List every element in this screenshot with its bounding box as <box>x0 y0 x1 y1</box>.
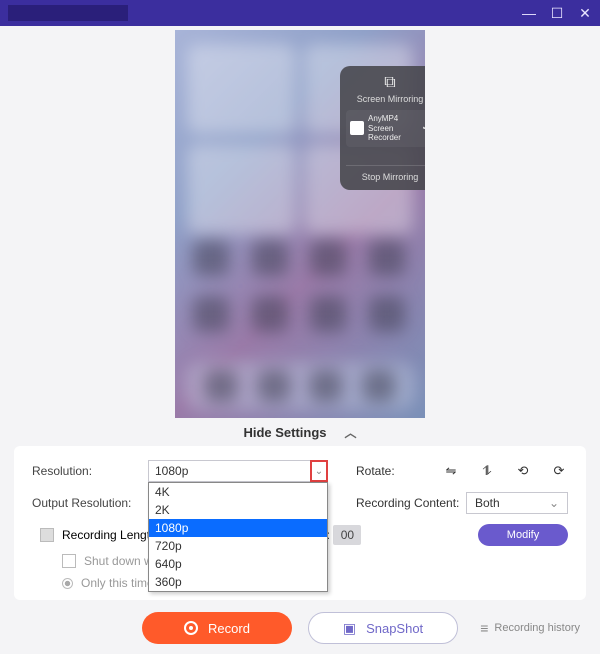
titlebar: — ☐ ✕ <box>0 0 600 26</box>
resolution-dropdown: 4K 2K 1080p 720p 640p 360p <box>148 482 328 592</box>
rotate-label: Rotate: <box>356 464 406 478</box>
mirror-icon: ⧉ <box>346 74 425 92</box>
resolution-option[interactable]: 2K <box>149 501 327 519</box>
resolution-option[interactable]: 720p <box>149 537 327 555</box>
chevron-down-icon: ⌄ <box>549 496 559 510</box>
preview-area: ⧉ Screen Mirroring AnyMP4 Screen Recorde… <box>0 26 600 418</box>
hide-settings-toggle[interactable]: Hide Settings ︿ <box>0 418 600 446</box>
app-logo <box>8 5 128 21</box>
time-seconds-input[interactable]: 00 <box>333 525 361 545</box>
resolution-option[interactable]: 1080p <box>149 519 327 537</box>
phone-preview: ⧉ Screen Mirroring AnyMP4 Screen Recorde… <box>175 30 425 418</box>
shutdown-label: Shut down w <box>84 554 153 568</box>
hide-settings-label: Hide Settings <box>243 425 326 440</box>
modify-button[interactable]: Modify <box>478 524 568 546</box>
recording-content-label: Recording Content: <box>356 496 466 510</box>
camera-icon: ▣ <box>343 620 356 637</box>
chevron-down-icon[interactable]: ⌄ <box>310 460 328 482</box>
rotate-controls: ⇋ ⥮ ⟲ ⟳ <box>442 463 568 479</box>
snapshot-button[interactable]: ▣ SnapShot <box>308 612 458 644</box>
record-label: Record <box>208 621 250 636</box>
mirror-title: Screen Mirroring <box>346 94 425 104</box>
resolution-option[interactable]: 640p <box>149 555 327 573</box>
close-icon[interactable]: ✕ <box>578 5 592 22</box>
minimize-icon[interactable]: — <box>522 5 536 22</box>
rotate-left-icon[interactable]: ⟲ <box>514 463 532 479</box>
shutdown-checkbox[interactable] <box>62 554 76 568</box>
window-controls: — ☐ ✕ <box>522 5 592 22</box>
settings-panel: Resolution: 1080p ⌄ 4K 2K 1080p 720p 640… <box>14 446 586 600</box>
flip-horizontal-icon[interactable]: ⇋ <box>442 463 460 479</box>
mirror-device-label: AnyMP4 Screen Recorder <box>368 114 418 143</box>
recording-content-select[interactable]: Both ⌄ <box>466 492 568 514</box>
snapshot-label: SnapShot <box>366 621 423 636</box>
screen-mirroring-panel: ⧉ Screen Mirroring AnyMP4 Screen Recorde… <box>340 66 425 190</box>
rotate-right-icon[interactable]: ⟳ <box>550 463 568 479</box>
recording-length-label: Recording Length <box>62 528 157 542</box>
recording-content-value: Both <box>475 496 500 510</box>
chevron-up-icon: ︿ <box>345 424 357 441</box>
record-icon <box>184 621 198 635</box>
maximize-icon[interactable]: ☐ <box>550 5 564 22</box>
device-icon <box>350 121 364 135</box>
resolution-label: Resolution: <box>32 464 148 478</box>
recording-history-link[interactable]: ≡ Recording history <box>480 620 580 636</box>
recording-history-label: Recording history <box>494 622 580 634</box>
bottom-bar: Record ▣ SnapShot ≡ Recording history <box>0 612 600 654</box>
only-this-time-label: Only this time <box>81 576 154 590</box>
resolution-option[interactable]: 360p <box>149 573 327 591</box>
record-button[interactable]: Record <box>142 612 292 644</box>
resolution-select[interactable]: 1080p ⌄ 4K 2K 1080p 720p 640p 360p <box>148 460 328 482</box>
stop-mirroring-button[interactable]: Stop Mirroring <box>346 165 425 182</box>
mirror-device-item[interactable]: AnyMP4 Screen Recorder ✓ <box>346 110 425 147</box>
resolution-value: 1080p <box>148 460 328 482</box>
resolution-option[interactable]: 4K <box>149 483 327 501</box>
only-this-time-radio[interactable] <box>62 578 73 589</box>
flip-vertical-icon[interactable]: ⥮ <box>478 463 496 479</box>
output-resolution-label: Output Resolution: <box>32 496 148 510</box>
history-icon: ≡ <box>480 620 488 636</box>
check-icon: ✓ <box>422 122 425 134</box>
recording-length-checkbox[interactable] <box>40 528 54 542</box>
